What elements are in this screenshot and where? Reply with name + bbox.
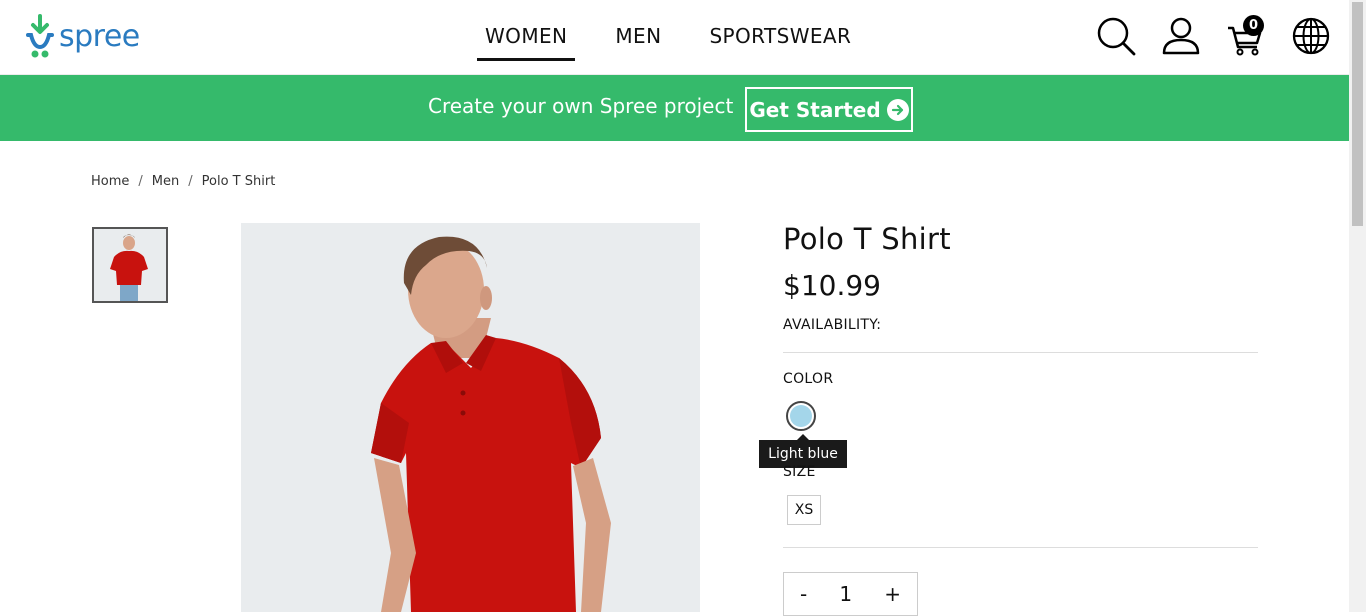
breadcrumb-home[interactable]: Home [91, 174, 129, 189]
scrollbar-thumb[interactable] [1352, 2, 1363, 226]
color-swatch-light-blue[interactable] [786, 401, 816, 431]
size-option-xs[interactable]: XS [787, 495, 821, 525]
breadcrumb-men[interactable]: Men [152, 174, 179, 189]
page-scrollbar[interactable] [1349, 0, 1366, 612]
product-thumbnail[interactable] [92, 227, 168, 303]
cart-icon[interactable]: 0 [1226, 15, 1266, 56]
quantity-increase-button[interactable]: + [884, 582, 901, 606]
nav-men[interactable]: MEN [607, 20, 669, 61]
site-header: spree WOMEN MEN SPORTSWEAR 0 [0, 0, 1349, 75]
quantity-decrease-button[interactable]: - [800, 582, 807, 606]
globe-icon[interactable] [1291, 16, 1331, 56]
product-main-image [241, 223, 700, 612]
quantity-value[interactable]: 1 [839, 582, 852, 606]
account-icon[interactable] [1161, 16, 1201, 56]
main-nav: WOMEN MEN SPORTSWEAR [477, 20, 891, 61]
divider [783, 547, 1258, 548]
logo-text: spree [59, 19, 140, 54]
header-icons: 0 [1096, 15, 1331, 56]
promo-banner: Create your own Spree project Get Starte… [0, 75, 1349, 141]
color-label: COLOR [783, 371, 834, 387]
divider [783, 352, 1258, 353]
spree-logo-icon [26, 14, 54, 58]
search-icon[interactable] [1096, 16, 1136, 56]
size-label: SIZE [783, 464, 816, 480]
get-started-button[interactable]: Get Started [745, 87, 913, 132]
product-title: Polo T Shirt [783, 222, 951, 256]
spree-logo[interactable]: spree [25, 14, 140, 60]
breadcrumb-separator: / [188, 174, 193, 189]
get-started-label: Get Started [749, 97, 881, 122]
product-price: $10.99 [783, 269, 881, 302]
breadcrumb-separator: / [138, 174, 143, 189]
nav-sportswear[interactable]: SPORTSWEAR [701, 20, 859, 61]
promo-text: Create your own Spree project [428, 94, 734, 118]
availability-label: AVAILABILITY: [783, 317, 882, 333]
quantity-stepper: - 1 + [783, 572, 918, 616]
nav-women[interactable]: WOMEN [477, 20, 576, 61]
cart-count-badge: 0 [1243, 15, 1264, 36]
breadcrumb: Home / Men / Polo T Shirt [91, 174, 275, 189]
breadcrumb-current: Polo T Shirt [201, 174, 276, 189]
arrow-right-icon [886, 98, 909, 121]
swatch-fill [790, 405, 812, 427]
